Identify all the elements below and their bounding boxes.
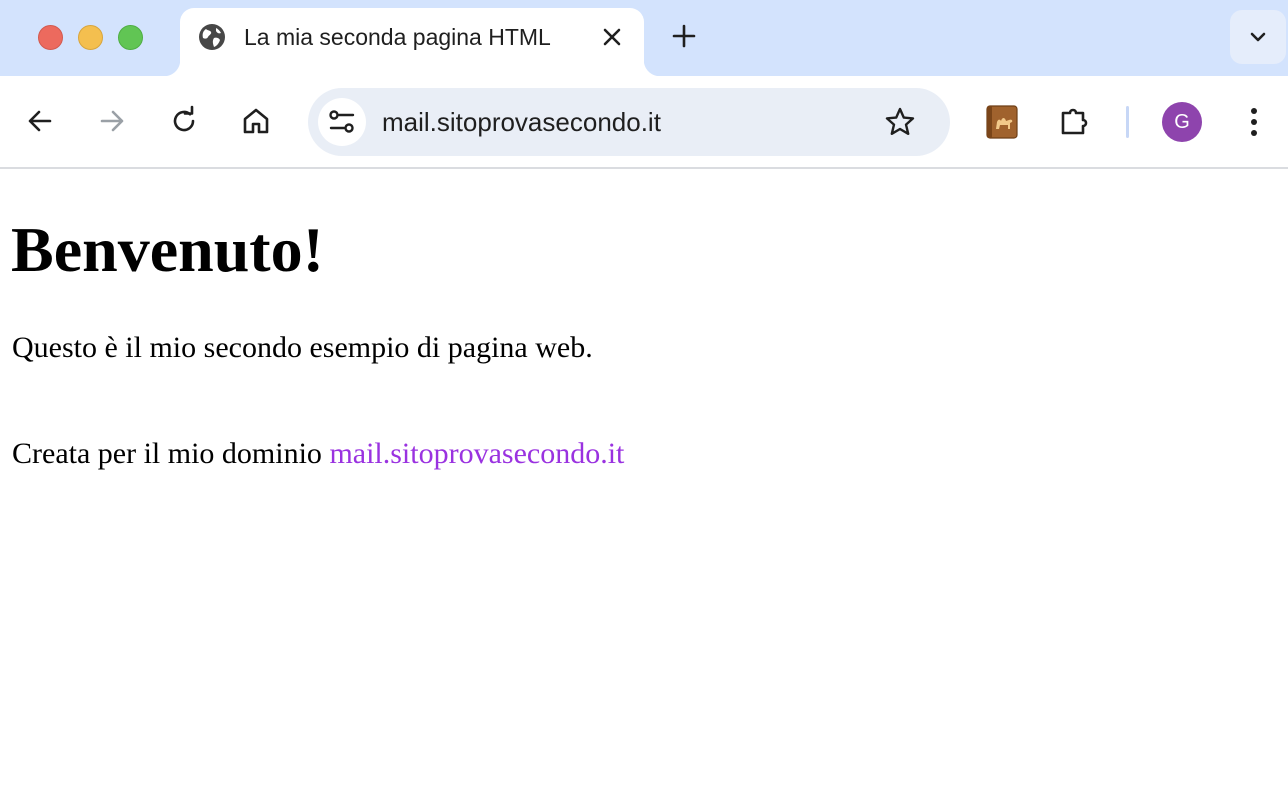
domain-link[interactable]: mail.sitoprovasecondo.it [329, 437, 624, 470]
domain-paragraph: Creata per il mio dominio mail.sitoprova… [12, 436, 624, 472]
avatar-initial: G [1174, 111, 1190, 133]
url-text[interactable]: mail.sitoprovasecondo.it [382, 107, 661, 137]
address-bar[interactable]: mail.sitoprovasecondo.it [308, 88, 950, 156]
window-zoom-button[interactable] [118, 25, 143, 50]
reload-icon[interactable] [168, 105, 200, 137]
star-icon[interactable] [884, 106, 916, 138]
tune-icon [329, 110, 355, 133]
avatar[interactable]: G [1162, 102, 1202, 142]
window-close-button[interactable] [38, 25, 63, 50]
page-content: Benvenuto! Questo è il mio secondo esemp… [0, 170, 1288, 796]
puzzle-icon[interactable] [1057, 104, 1093, 140]
intro-paragraph: Questo è il mio secondo esempio di pagin… [12, 331, 593, 364]
close-icon[interactable] [600, 25, 624, 49]
site-info-button[interactable] [318, 98, 366, 146]
new-tab-button[interactable] [670, 22, 698, 50]
tab-title: La mia seconda pagina HTML [244, 24, 551, 50]
arrow-left-icon[interactable] [24, 105, 56, 137]
browser-toolbar: mail.sitoprovasecondo.it [0, 76, 1288, 169]
globe-icon [199, 24, 225, 50]
domain-paragraph-text: Creata per il mio dominio [12, 437, 330, 470]
camel-book-icon[interactable] [985, 105, 1019, 139]
home-icon[interactable] [240, 105, 272, 137]
tab-search-button[interactable] [1230, 10, 1286, 64]
arrow-right-icon[interactable] [96, 105, 128, 137]
toolbar-separator [1126, 106, 1129, 138]
tab-strip: La mia seconda pagina HTML [0, 0, 1288, 76]
window-minimize-button[interactable] [78, 25, 103, 50]
page-heading: Benvenuto! [11, 214, 324, 285]
chevron-down-icon [1250, 32, 1266, 42]
tab-active[interactable]: La mia seconda pagina HTML [164, 8, 660, 76]
kebab-menu-icon[interactable] [1238, 104, 1270, 140]
